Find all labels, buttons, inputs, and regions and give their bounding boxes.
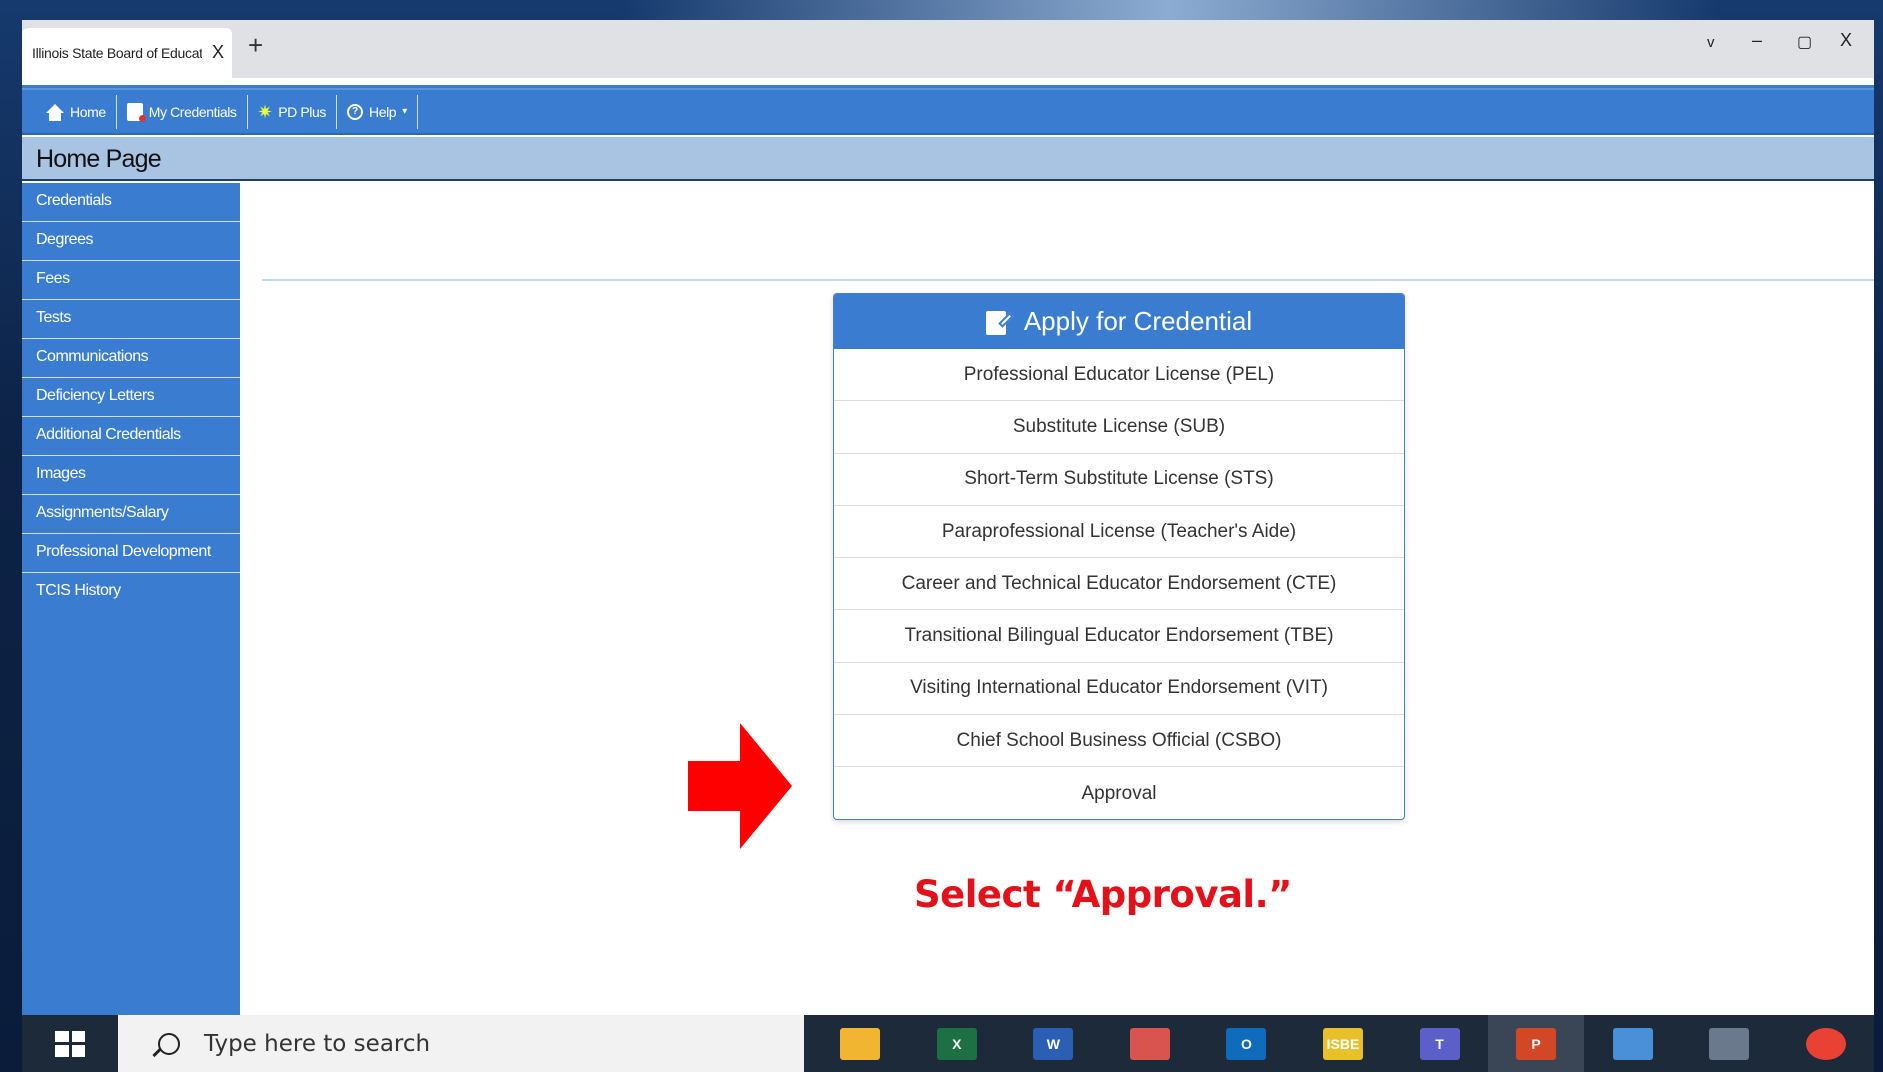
option-approval[interactable]: Approval xyxy=(834,767,1404,819)
option-tbe[interactable]: Transitional Bilingual Educator Endorsem… xyxy=(834,610,1404,663)
taskbar-app-outlook[interactable]: O xyxy=(1198,1015,1295,1072)
credentials-icon xyxy=(126,102,146,122)
nav-home[interactable]: Home xyxy=(36,94,117,129)
instruction-callout: Select “Approval.” xyxy=(914,873,1292,916)
search-icon xyxy=(158,1032,180,1055)
laptop-icon xyxy=(1612,1027,1653,1060)
chrome-icon xyxy=(1805,1027,1846,1060)
nav-home-label: Home xyxy=(70,103,106,120)
tab-close-button[interactable]: X xyxy=(212,42,224,63)
edit-document-icon xyxy=(985,309,1014,335)
option-vit[interactable]: Visiting International Educator Endorsem… xyxy=(834,663,1404,716)
sidebar-item-tcis-history[interactable]: TCIS History xyxy=(22,573,240,612)
main-content: Apply for Credential Professional Educat… xyxy=(240,183,1874,1015)
red-arrow-icon xyxy=(688,723,792,849)
taskbar-app-snipping-tool[interactable] xyxy=(1102,1015,1199,1072)
page-title-bar: Home Page xyxy=(22,137,1874,181)
sidebar-item-professional-development[interactable]: Professional Development xyxy=(22,534,240,573)
help-icon: ? xyxy=(346,103,363,120)
windows-icon xyxy=(55,1030,85,1057)
teams-icon: T xyxy=(1419,1027,1460,1060)
sidebar-item-deficiency-letters[interactable]: Deficiency Letters xyxy=(22,378,240,417)
taskbar-app-powerpoint[interactable]: P xyxy=(1487,1015,1585,1072)
top-navbar: Home My Credentials ✷ PD Plus ? Help ▾ xyxy=(22,88,1874,135)
option-pel[interactable]: Professional Educator License (PEL) xyxy=(834,349,1404,402)
option-csbo[interactable]: Chief School Business Official (CSBO) xyxy=(834,715,1404,768)
new-tab-button[interactable]: + xyxy=(248,30,263,61)
nav-pd-plus[interactable]: ✷ PD Plus xyxy=(248,94,337,129)
word-icon: W xyxy=(1033,1027,1074,1060)
taskbar-app-chrome[interactable] xyxy=(1777,1015,1874,1072)
divider xyxy=(262,279,1874,281)
browser-window: Illinois State Board of Education X + v … xyxy=(22,20,1874,1015)
outlook-icon: O xyxy=(1226,1027,1267,1060)
tab-bar: Illinois State Board of Education X + v … xyxy=(22,20,1874,78)
sidebar-item-communications[interactable]: Communications xyxy=(22,339,240,378)
nav-my-credentials-label: My Credentials xyxy=(148,103,237,120)
nav-help[interactable]: ? Help ▾ xyxy=(337,94,418,129)
minimize-button[interactable]: – xyxy=(1752,30,1762,51)
search-placeholder: Type here to search xyxy=(204,1030,431,1057)
snipping-tool-icon xyxy=(1129,1027,1170,1060)
taskbar-app-laptop[interactable] xyxy=(1584,1015,1681,1072)
address-strip xyxy=(22,78,1874,88)
restore-button[interactable]: ▢ xyxy=(1797,32,1812,52)
home-icon xyxy=(46,104,64,121)
taskbar-app-file-explorer[interactable] xyxy=(812,1015,909,1072)
browser-tab[interactable]: Illinois State Board of Education X xyxy=(22,28,232,78)
apply-card-title: Apply for Credential xyxy=(1023,306,1253,336)
sidebar-item-tests[interactable]: Tests xyxy=(22,300,240,339)
sidebar: Credentials Degrees Fees Tests Communica… xyxy=(22,183,240,1015)
sidebar-item-images[interactable]: Images xyxy=(22,456,240,495)
powerpoint-icon: P xyxy=(1516,1027,1557,1060)
star-icon: ✷ xyxy=(257,101,273,122)
sidebar-item-assignments-salary[interactable]: Assignments/Salary xyxy=(22,495,240,534)
option-cte[interactable]: Career and Technical Educator Endorsemen… xyxy=(834,558,1404,611)
taskbar: Type here to search X W O ISBE T P xyxy=(22,1015,1874,1072)
excel-icon: X xyxy=(936,1027,977,1060)
taskbar-app-isbe[interactable]: ISBE xyxy=(1295,1015,1392,1072)
file-explorer-icon xyxy=(840,1027,881,1060)
calculator-icon xyxy=(1709,1027,1750,1060)
start-button[interactable] xyxy=(22,1015,118,1072)
page-title: Home Page xyxy=(36,145,162,173)
nav-help-label: Help xyxy=(368,103,397,120)
apply-card-header: Apply for Credential xyxy=(834,294,1404,349)
apply-credential-card: Apply for Credential Professional Educat… xyxy=(833,293,1405,820)
sidebar-item-degrees[interactable]: Degrees xyxy=(22,222,240,261)
taskbar-app-calculator[interactable] xyxy=(1681,1015,1778,1072)
option-sub[interactable]: Substitute License (SUB) xyxy=(834,401,1404,454)
chevron-down-icon: ▾ xyxy=(402,106,407,117)
taskbar-app-word[interactable]: W xyxy=(1005,1015,1102,1072)
sidebar-item-credentials[interactable]: Credentials xyxy=(22,183,240,222)
tab-title: Illinois State Board of Education xyxy=(32,45,202,61)
nav-my-credentials[interactable]: My Credentials xyxy=(117,94,248,129)
taskbar-app-teams[interactable]: T xyxy=(1391,1015,1488,1072)
nav-pd-plus-label: PD Plus xyxy=(278,103,326,120)
tab-search-button[interactable]: v xyxy=(1707,34,1715,51)
option-sts[interactable]: Short-Term Substitute License (STS) xyxy=(834,454,1404,506)
taskbar-app-excel[interactable]: X xyxy=(909,1015,1006,1072)
sidebar-item-fees[interactable]: Fees xyxy=(22,261,240,300)
option-paraprofessional[interactable]: Paraprofessional License (Teacher's Aide… xyxy=(834,506,1404,559)
taskbar-search[interactable]: Type here to search xyxy=(118,1015,804,1072)
close-window-button[interactable]: X xyxy=(1840,30,1852,51)
isbe-icon: ISBE xyxy=(1323,1027,1363,1060)
sidebar-item-additional-credentials[interactable]: Additional Credentials xyxy=(22,417,240,456)
taskbar-apps: X W O ISBE T P xyxy=(812,1015,1874,1072)
